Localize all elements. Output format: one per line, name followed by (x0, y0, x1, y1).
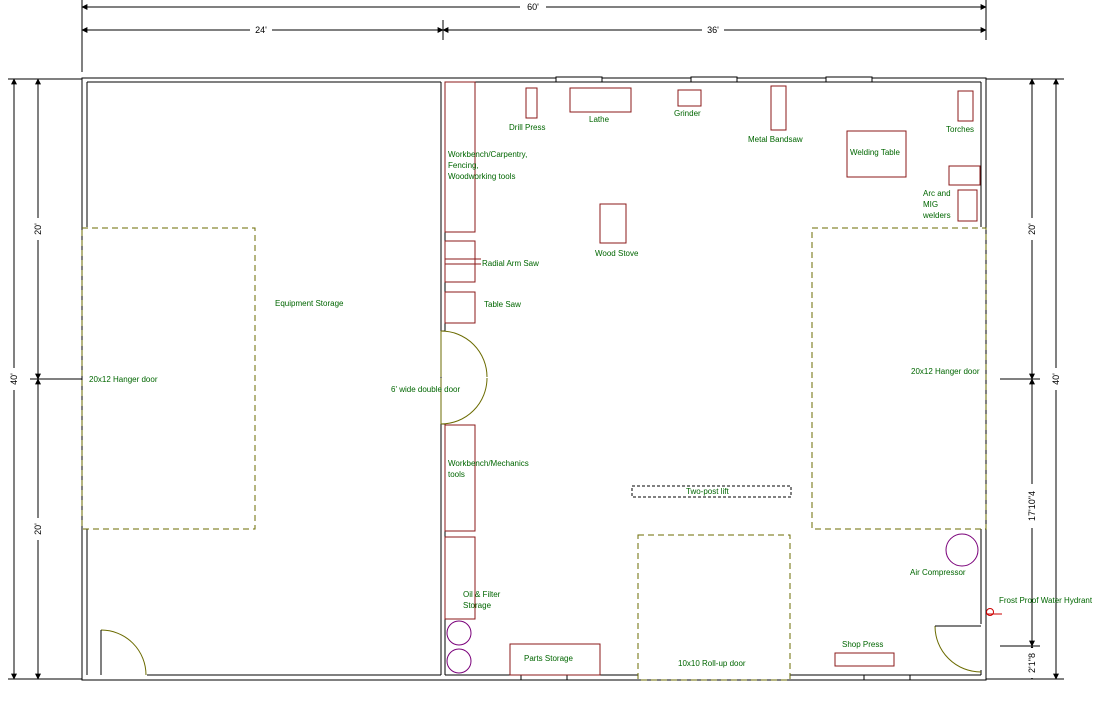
dim-right-total-height: 40' (1051, 373, 1061, 385)
label-right-hanger-door: 20x12 Hanger door (911, 367, 980, 376)
label-two-post-lift: Two-post lift (686, 487, 729, 496)
label-arc-mig-1: Arc and (923, 189, 951, 198)
floor-plan: 60' 24' 36' 40' 20' 20' 40' 20' 17'10"4 … (8, 0, 1093, 681)
label-workbench-mechanics-2: tools (448, 470, 465, 479)
shop-press-shape (834, 652, 895, 667)
label-lathe: Lathe (589, 115, 610, 124)
equipment (444, 81, 981, 676)
hydrant-symbol (986, 608, 1002, 616)
overhead-doors (81, 227, 987, 681)
label-torches: Torches (946, 125, 974, 134)
label-parts-storage: Parts Storage (524, 654, 573, 663)
labels: Drill Press Lathe Grinder Metal Bandsaw … (89, 109, 1093, 668)
wood-stove-shape (599, 203, 627, 244)
dimension-labels: 60' 24' 36' 40' 20' 20' 40' 20' 17'10"4 … (8, 1, 1062, 678)
window (863, 674, 911, 681)
label-arc-mig-3: welders (922, 211, 951, 220)
dim-left-top-height: 20' (33, 223, 43, 235)
label-air-compressor: Air Compressor (910, 568, 966, 577)
label-drill-press: Drill Press (509, 123, 545, 132)
oil-drum (446, 648, 472, 674)
dim-left-width: 24' (255, 25, 267, 35)
label-oil-filter-2: Storage (463, 601, 492, 610)
label-radial-arm-saw: Radial Arm Saw (482, 259, 539, 268)
dim-left-total-height: 40' (9, 373, 19, 385)
label-double-door: 6' wide double door (391, 385, 460, 394)
drill-press-shape (525, 87, 538, 119)
dim-total-width: 60' (527, 2, 539, 12)
metal-bandsaw-shape (770, 85, 787, 131)
grinder-shape (677, 89, 702, 107)
window (825, 76, 873, 83)
air-compressor-tank (945, 533, 979, 567)
dim-right-mid-height: 17'10"4 (1027, 491, 1037, 521)
label-welding-table: Welding Table (850, 148, 901, 157)
oil-drum (446, 620, 472, 646)
outer-wall-outline (81, 77, 987, 681)
lathe-shape (569, 87, 632, 113)
windows (520, 76, 911, 681)
label-arc-mig-2: MIG (923, 200, 938, 209)
label-table-saw: Table Saw (484, 300, 521, 309)
radial-arm-saw-shape (444, 240, 476, 283)
right-hanger-door (811, 227, 987, 530)
label-rollup-door: 10x10 Roll-up door (678, 659, 746, 668)
dim-right-bottom-height: 2'1"8 (1027, 653, 1037, 673)
dim-right-width: 36' (707, 25, 719, 35)
label-metal-bandsaw: Metal Bandsaw (748, 135, 803, 144)
label-workbench-carpentry-2: Fencing, (448, 161, 479, 170)
table-saw-shape (444, 291, 476, 324)
window (520, 674, 568, 681)
torches-shape (957, 90, 974, 122)
label-left-hanger-door: 20x12 Hanger door (89, 375, 158, 384)
welder-shape (948, 165, 981, 186)
label-oil-filter-1: Oil & Filter (463, 590, 501, 599)
dim-left-bottom-height: 20' (33, 523, 43, 535)
label-workbench-mechanics-1: Workbench/Mechanics (448, 459, 529, 468)
dimension-lines (8, 0, 1064, 680)
label-shop-press: Shop Press (842, 640, 883, 649)
round-equipment (446, 533, 979, 674)
label-grinder: Grinder (674, 109, 701, 118)
walls (81, 77, 987, 681)
label-hydrant: Frost Proof Water Hydrant (999, 596, 1093, 605)
dim-right-top-height: 20' (1027, 223, 1037, 235)
label-equipment-storage: Equipment Storage (275, 299, 344, 308)
label-workbench-carpentry-3: Woodworking tools (448, 172, 515, 181)
swing-doors (100, 330, 982, 676)
window (690, 76, 738, 83)
label-wood-stove: Wood Stove (595, 249, 639, 258)
label-workbench-carpentry-1: Workbench/Carpentry, (448, 150, 527, 159)
welder-shape (957, 189, 978, 222)
window (555, 76, 603, 83)
